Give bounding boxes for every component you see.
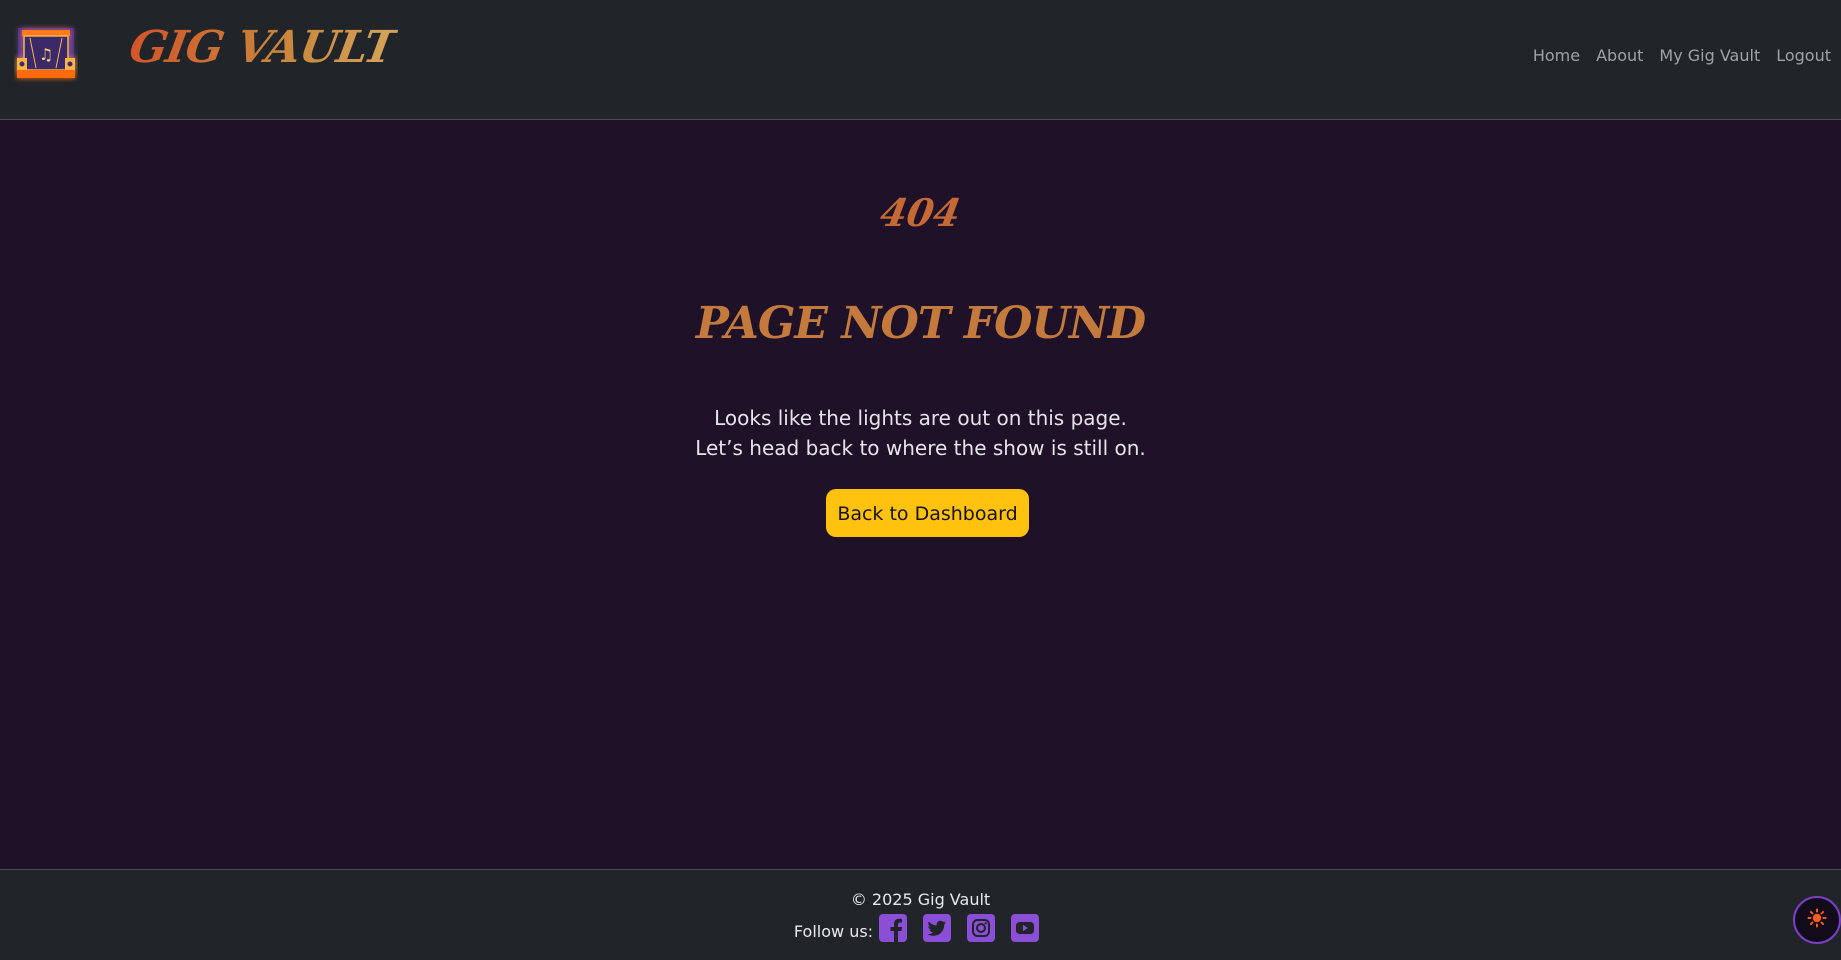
theme-toggle-button[interactable] bbox=[1793, 896, 1841, 944]
sun-icon bbox=[1807, 908, 1827, 932]
nav-logout-link[interactable]: Logout bbox=[1768, 44, 1839, 67]
stage-logo-icon[interactable]: ♫ bbox=[14, 24, 78, 82]
youtube-icon[interactable] bbox=[1011, 914, 1040, 942]
error-code: 404 bbox=[876, 190, 965, 235]
twitter-icon[interactable] bbox=[923, 914, 952, 942]
social-links: Follow us: bbox=[0, 914, 1841, 942]
nav-home-link[interactable]: Home bbox=[1525, 44, 1588, 67]
facebook-icon[interactable] bbox=[879, 914, 908, 942]
error-message-line-2: Let’s head back to where the show is sti… bbox=[695, 436, 1146, 460]
brand-title[interactable]: Gig Vault bbox=[126, 22, 400, 73]
error-message-line-1: Looks like the lights are out on this pa… bbox=[714, 406, 1127, 430]
navbar: ♫ Gig Vault Home About My Gig Vault Logo… bbox=[0, 0, 1841, 120]
back-to-dashboard-button[interactable]: Back to Dashboard bbox=[826, 489, 1029, 537]
main-content: 404 Page Not Found Looks like the lights… bbox=[0, 120, 1841, 869]
nav-my-gig-vault-link[interactable]: My Gig Vault bbox=[1651, 44, 1768, 67]
copyright-text: © 2025 Gig Vault bbox=[850, 890, 991, 909]
page-title: Page Not Found bbox=[695, 298, 1146, 349]
page: ♫ Gig Vault Home About My Gig Vault Logo… bbox=[0, 0, 1841, 960]
footer: © 2025 Gig Vault Follow us: bbox=[0, 869, 1841, 960]
follow-label: Follow us: bbox=[793, 921, 874, 941]
main-nav: Home About My Gig Vault Logout bbox=[1525, 44, 1839, 67]
svg-text:♫: ♫ bbox=[39, 45, 53, 64]
nav-about-link[interactable]: About bbox=[1588, 44, 1651, 67]
instagram-icon[interactable] bbox=[967, 914, 996, 942]
